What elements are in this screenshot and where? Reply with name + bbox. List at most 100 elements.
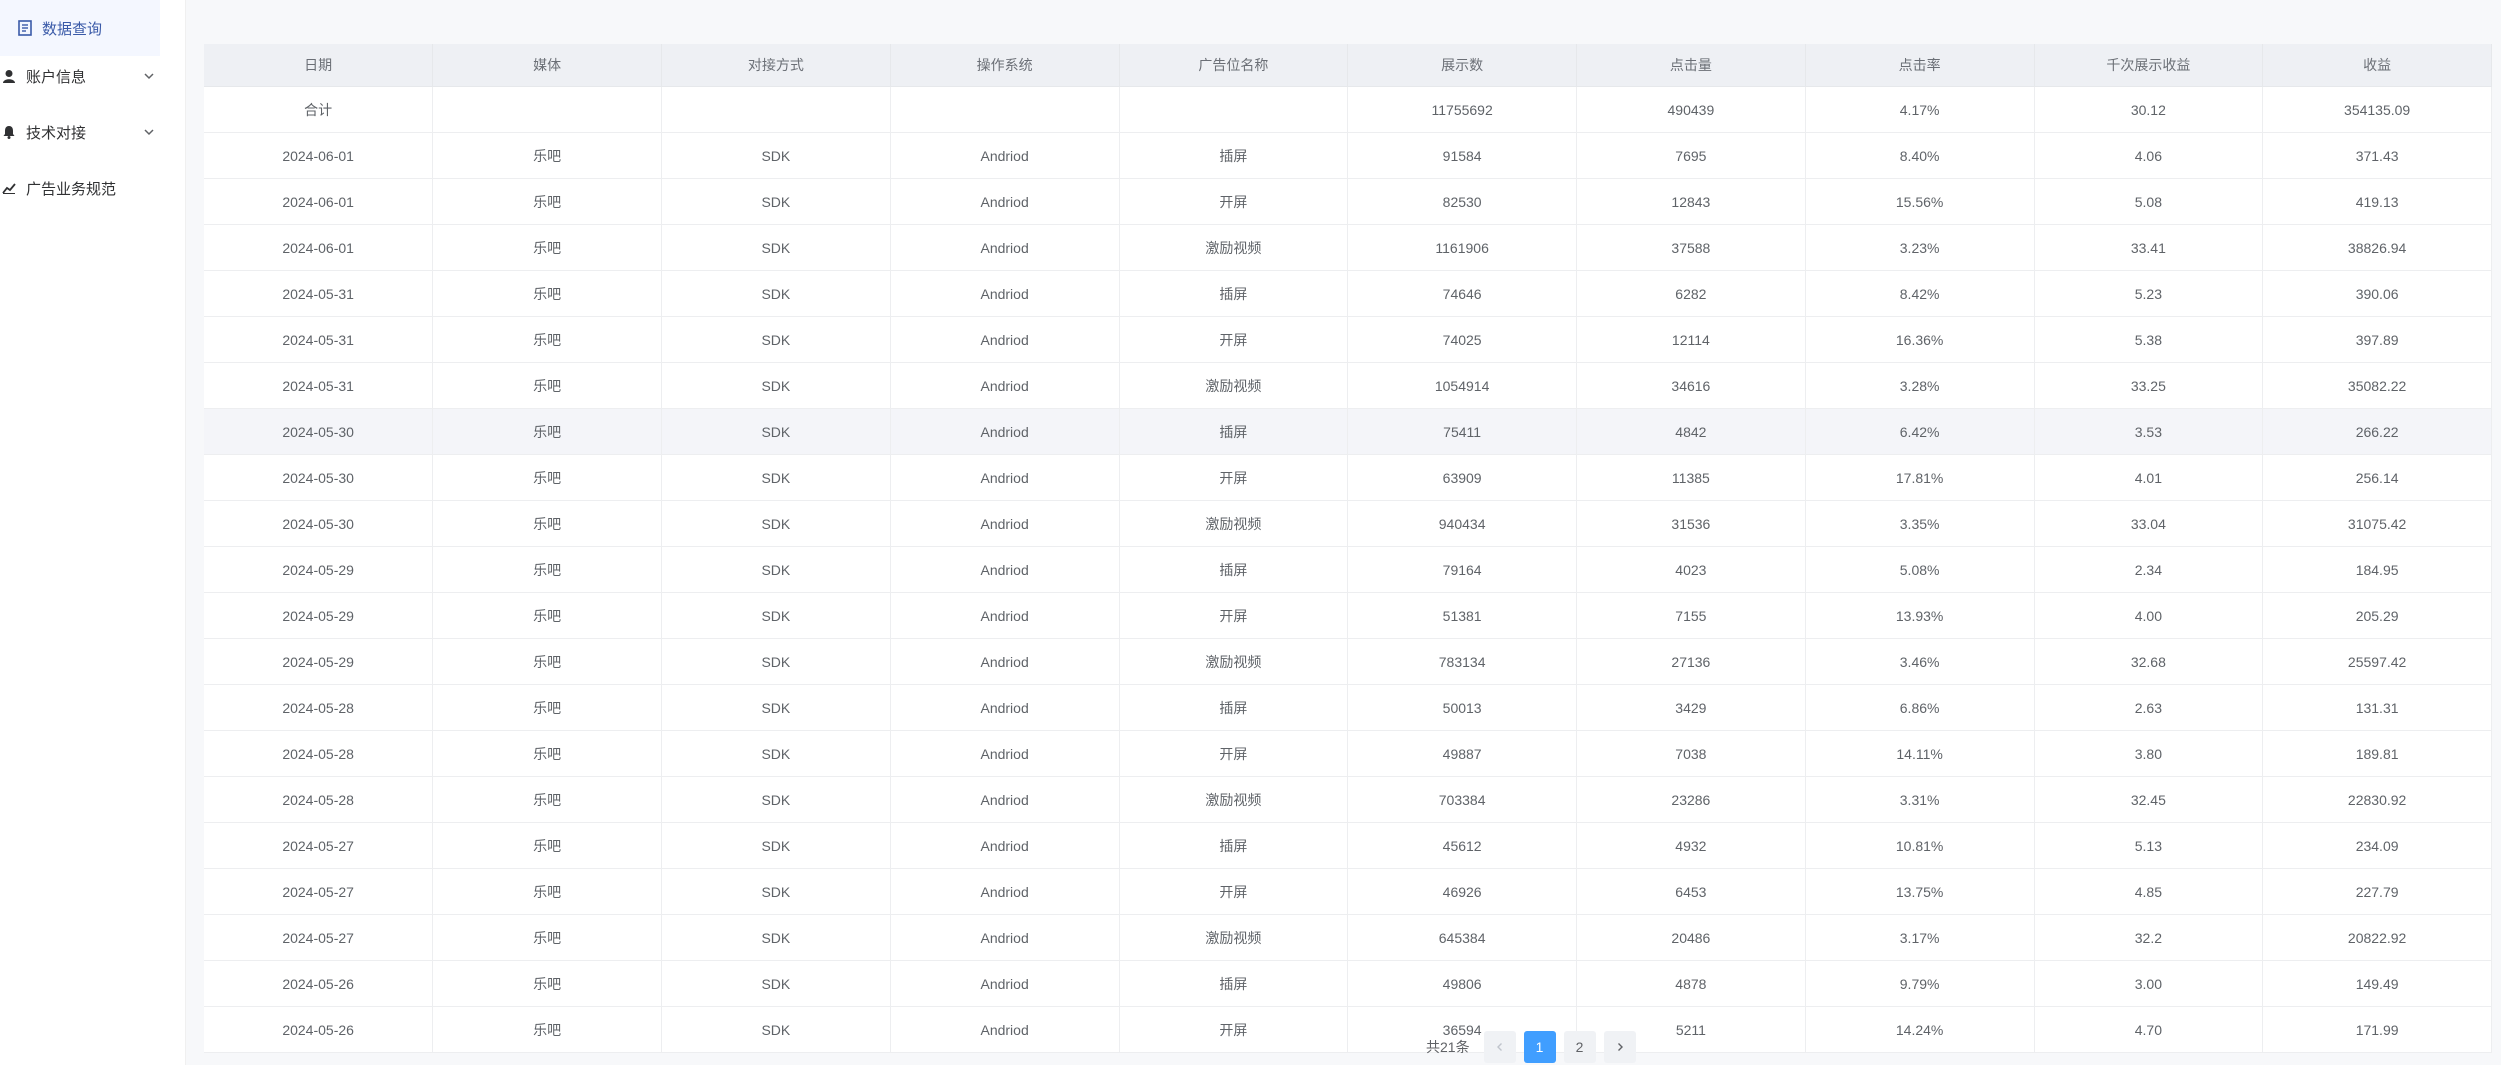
table-cell: 27136 (1576, 638, 1806, 685)
table-cell: 乐吧 (432, 500, 662, 547)
table-cell: 乐吧 (432, 776, 662, 823)
table-row[interactable]: 2024-05-28 乐吧 SDK Andriod 开屏 49887 7038 14.11% 3… (204, 730, 2492, 777)
table-cell: Andriod (890, 776, 1120, 823)
table-row[interactable]: 2024-05-27 乐吧 SDK Andriod 开屏 46926 6453 13.75% 4… (204, 868, 2492, 915)
prev-page-button[interactable] (1483, 1031, 1516, 1063)
table-cell: 25597.42 (2262, 638, 2492, 685)
table-row[interactable]: 2024-05-28 乐吧 SDK Andriod 激励视频 703384 23286 3.3… (204, 776, 2492, 823)
table-row[interactable]: 2024-06-01 乐吧 SDK Andriod 开屏 82530 12843 15.56%… (204, 178, 2492, 225)
table-cell: 11385 (1576, 454, 1806, 501)
table-cell: 3.46% (1805, 638, 2035, 685)
table-cell: 乐吧 (432, 684, 662, 731)
page-button-2[interactable]: 2 (1563, 1031, 1596, 1063)
table-cell: 4.17% (1805, 86, 2035, 133)
table-cell: Andriod (890, 1006, 1120, 1053)
table-cell: 234.09 (2262, 822, 2492, 869)
data-table: 日期 媒体 对接方式 操作系统 广告位名称 展示数 点击量 点击率 千次展示收益 收益 合计 117… (204, 44, 2492, 1053)
table-cell: 20822.92 (2262, 914, 2492, 961)
table-cell: 3.17% (1805, 914, 2035, 961)
table-cell: 6.86% (1805, 684, 2035, 731)
main-content: 日期 媒体 对接方式 操作系统 广告位名称 展示数 点击量 点击率 千次展示收益 收益 合计 117… (186, 0, 2501, 1065)
table-cell: Andriod (890, 730, 1120, 777)
sidebar-item-tech-integration[interactable]: 技术对接 (0, 104, 185, 160)
table-cell: 插屏 (1119, 270, 1349, 317)
table-cell: SDK (661, 454, 891, 501)
table-cell: Andriod (890, 178, 1120, 225)
table-cell: 149.49 (2262, 960, 2492, 1007)
column-header: 点击量 (1576, 44, 1806, 87)
table-row[interactable]: 2024-05-30 乐吧 SDK Andriod 开屏 63909 11385 17.81%… (204, 454, 2492, 501)
table-cell: Andriod (890, 684, 1120, 731)
table-cell: 激励视频 (1119, 914, 1349, 961)
table-cell: Andriod (890, 270, 1120, 317)
table-cell: 4842 (1576, 408, 1806, 455)
table-cell: 乐吧 (432, 638, 662, 685)
table-row[interactable]: 2024-06-01 乐吧 SDK Andriod 插屏 91584 7695 8.40% 4.… (204, 132, 2492, 179)
table-cell: 2024-06-01 (204, 132, 434, 179)
table-row[interactable]: 2024-05-29 乐吧 SDK Andriod 插屏 79164 4023 5.08% 2.… (204, 546, 2492, 593)
table-row[interactable]: 2024-06-01 乐吧 SDK Andriod 激励视频 1161906 37588 3.… (204, 224, 2492, 271)
table-cell: 32.45 (2034, 776, 2264, 823)
table-cell: 354135.09 (2262, 86, 2492, 133)
table-cell: 7155 (1576, 592, 1806, 639)
table-cell: 940434 (1347, 500, 1577, 547)
table-cell: 2024-05-27 (204, 868, 434, 915)
table-cell (1119, 86, 1349, 133)
table-row[interactable]: 2024-05-26 乐吧 SDK Andriod 插屏 49806 4878 9.79% 3.… (204, 960, 2492, 1007)
table-cell: Andriod (890, 638, 1120, 685)
table-cell: 205.29 (2262, 592, 2492, 639)
table-cell: 13.93% (1805, 592, 2035, 639)
sidebar-item-label: 技术对接 (26, 124, 87, 142)
column-header: 对接方式 (661, 44, 891, 87)
table-cell: SDK (661, 132, 891, 179)
table-cell: 2024-05-30 (204, 408, 434, 455)
next-page-button[interactable] (1603, 1031, 1636, 1063)
table-cell: 33.41 (2034, 224, 2264, 271)
table-cell: 乐吧 (432, 592, 662, 639)
table-cell: 8.42% (1805, 270, 2035, 317)
table-cell: Andriod (890, 316, 1120, 363)
table-row[interactable]: 2024-05-30 乐吧 SDK Andriod 插屏 75411 4842 6.42% 3.… (204, 408, 2492, 455)
table-cell: 8.40% (1805, 132, 2035, 179)
table-cell: 49806 (1347, 960, 1577, 1007)
table-row[interactable]: 2024-05-27 乐吧 SDK Andriod 激励视频 645384 20486 3.1… (204, 914, 2492, 961)
table-cell: 4.01 (2034, 454, 2264, 501)
table-row[interactable]: 2024-05-31 乐吧 SDK Andriod 激励视频 1054914 34616 3.… (204, 362, 2492, 409)
table-cell: 激励视频 (1119, 500, 1349, 547)
table-cell: 乐吧 (432, 960, 662, 1007)
table-cell: 乐吧 (432, 546, 662, 593)
sidebar-item-account-info[interactable]: 账户信息 (0, 48, 185, 104)
table-cell: 乐吧 (432, 730, 662, 777)
table-row[interactable]: 2024-05-27 乐吧 SDK Andriod 插屏 45612 4932 10.81% 5… (204, 822, 2492, 869)
table-cell: 2024-05-29 (204, 592, 434, 639)
table-cell (432, 86, 662, 133)
table-cell: Andriod (890, 224, 1120, 271)
table-cell: Andriod (890, 960, 1120, 1007)
table-cell: 2024-05-28 (204, 684, 434, 731)
table-cell: SDK (661, 638, 891, 685)
table-cell: 2024-05-27 (204, 914, 434, 961)
table-cell: 371.43 (2262, 132, 2492, 179)
table-cell: Andriod (890, 914, 1120, 961)
table-cell: 合计 (204, 86, 434, 133)
table-cell: Andriod (890, 132, 1120, 179)
table-cell: SDK (661, 960, 891, 1007)
table-row[interactable]: 2024-05-30 乐吧 SDK Andriod 激励视频 940434 31536 3.3… (204, 500, 2492, 547)
table-cell: 91584 (1347, 132, 1577, 179)
table-row[interactable]: 2024-05-28 乐吧 SDK Andriod 插屏 50013 3429 6.86% 2.… (204, 684, 2492, 731)
table-cell: 12114 (1576, 316, 1806, 363)
table-row[interactable]: 2024-05-29 乐吧 SDK Andriod 开屏 51381 7155 13.93% 4… (204, 592, 2492, 639)
table-cell: 3.80 (2034, 730, 2264, 777)
table-cell: 30.12 (2034, 86, 2264, 133)
table-cell: 插屏 (1119, 684, 1349, 731)
table-cell: 6453 (1576, 868, 1806, 915)
sidebar-item-ad-guidelines[interactable]: 广告业务规范 (0, 160, 185, 216)
page-button-1[interactable]: 1 (1523, 1031, 1556, 1063)
table-row[interactable]: 2024-05-31 乐吧 SDK Andriod 开屏 74025 12114 16.36%… (204, 316, 2492, 363)
table-row[interactable]: 2024-05-31 乐吧 SDK Andriod 插屏 74646 6282 8.42% 5.… (204, 270, 2492, 317)
table-cell: 79164 (1347, 546, 1577, 593)
table-row[interactable]: 2024-05-26 乐吧 SDK Andriod 开屏 36594 5211 14.24% 4… (204, 1006, 2492, 1053)
table-cell: 乐吧 (432, 822, 662, 869)
table-cell: 74025 (1347, 316, 1577, 363)
table-row[interactable]: 2024-05-29 乐吧 SDK Andriod 激励视频 783134 27136 3.4… (204, 638, 2492, 685)
